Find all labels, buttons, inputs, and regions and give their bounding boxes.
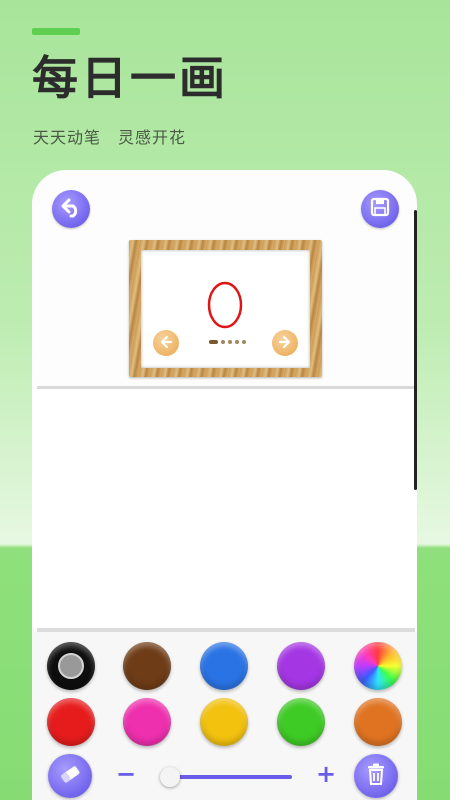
undo-arrow-icon — [60, 196, 82, 222]
arrow-left-icon — [159, 334, 173, 353]
color-black-button[interactable] — [47, 642, 95, 690]
save-disk-icon — [370, 197, 390, 221]
save-button[interactable] — [361, 190, 399, 228]
color-green-button[interactable] — [277, 698, 325, 746]
page-indicator — [209, 340, 246, 344]
drawing-preview-frame — [129, 240, 322, 377]
clear-canvas-button[interactable] — [354, 754, 398, 798]
page-dot — [242, 340, 246, 344]
eraser-button[interactable] — [48, 754, 92, 798]
next-button[interactable] — [272, 330, 298, 356]
page-dot — [209, 340, 218, 344]
accent-bar — [32, 28, 80, 35]
eraser-icon — [58, 762, 82, 790]
color-brown-button[interactable] — [123, 642, 171, 690]
page-dot — [228, 340, 232, 344]
drawing-canvas[interactable] — [32, 389, 417, 628]
page-dot — [221, 340, 225, 344]
page-title: 每日一画 — [32, 51, 228, 105]
color-pink-button[interactable] — [123, 698, 171, 746]
brush-size-increase[interactable]: + — [316, 762, 336, 786]
color-red-button[interactable] — [47, 698, 95, 746]
arrow-right-icon — [278, 334, 292, 353]
color-orange-button[interactable] — [354, 698, 402, 746]
page-subtitle: 天天动笔 灵感开花 — [33, 128, 187, 147]
color-purple-button[interactable] — [277, 642, 325, 690]
brush-size-decrease[interactable]: − — [116, 762, 136, 786]
brush-size-slider[interactable] — [164, 775, 292, 779]
phone-screen: − + — [32, 170, 417, 800]
custom-color-button[interactable] — [354, 642, 402, 690]
color-yellow-button[interactable] — [200, 698, 248, 746]
previous-button[interactable] — [153, 330, 179, 356]
phone-edge — [414, 210, 417, 490]
trash-icon — [365, 762, 387, 790]
page-dot — [235, 340, 239, 344]
color-blue-button[interactable] — [200, 642, 248, 690]
back-button[interactable] — [52, 190, 90, 228]
